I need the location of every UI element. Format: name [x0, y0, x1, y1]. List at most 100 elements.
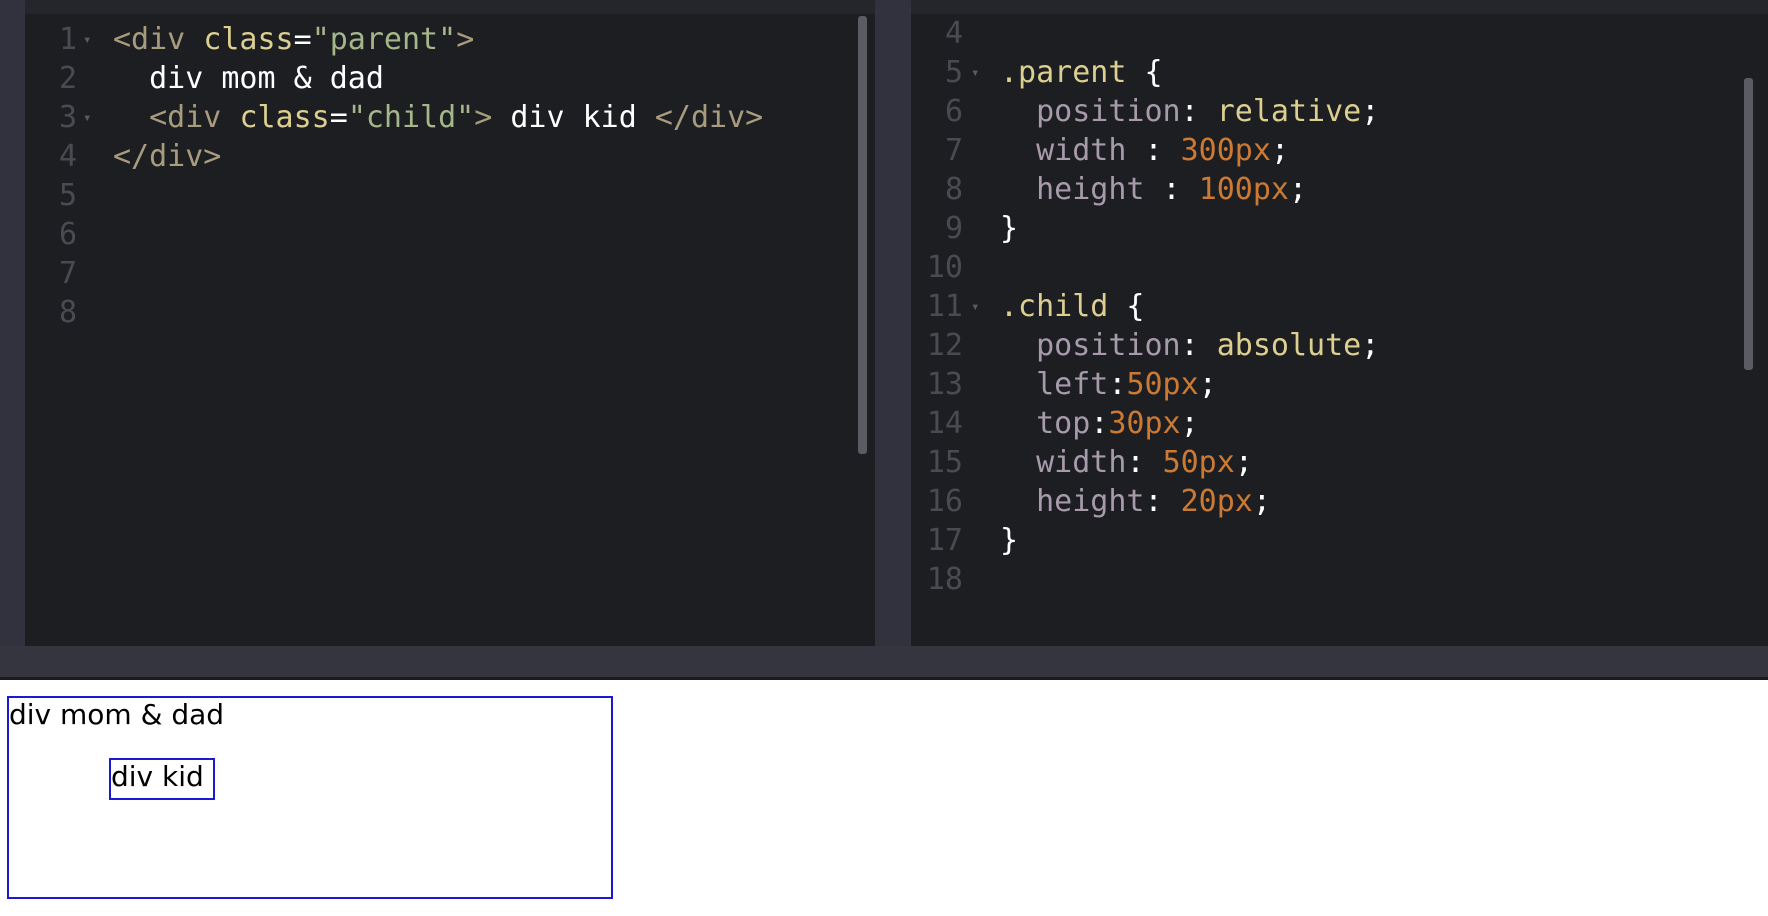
- code-line[interactable]: 13 left:50px;: [911, 363, 1768, 407]
- code-line[interactable]: 16 height: 20px;: [911, 480, 1768, 524]
- line-number[interactable]: 8: [25, 291, 77, 335]
- code-token: :: [1144, 484, 1181, 519]
- html-editor[interactable]: 1 ▾ <div class="parent"> 2 div mom & dad 3 ▾ …: [25, 14, 875, 646]
- line-number[interactable]: 15: [911, 441, 963, 485]
- code-line[interactable]: 10: [911, 246, 1768, 290]
- line-number[interactable]: 9: [911, 207, 963, 251]
- code-line[interactable]: 5 ▾ .parent {: [911, 51, 1768, 95]
- code-token: :: [1126, 133, 1181, 168]
- code-token: ;: [1180, 406, 1199, 441]
- line-number[interactable]: 17: [911, 519, 963, 563]
- code-token: height: [1000, 172, 1145, 207]
- code-token: class: [239, 100, 330, 135]
- code-token: 100px: [1198, 172, 1289, 207]
- css-editor-scrollbar[interactable]: [1744, 78, 1753, 370]
- code-text[interactable]: left:50px;: [1000, 363, 1217, 407]
- code-text[interactable]: position: absolute;: [1000, 324, 1379, 368]
- css-editor[interactable]: 4 5 ▾ .parent {6 position: relative; 7 width…: [911, 14, 1768, 646]
- line-number[interactable]: 11: [911, 285, 963, 329]
- code-line[interactable]: 18: [911, 558, 1768, 602]
- line-number[interactable]: 3: [25, 96, 77, 140]
- code-text[interactable]: </div>: [113, 135, 221, 179]
- code-token: absolute: [1216, 328, 1362, 363]
- pane-divider[interactable]: [875, 0, 911, 646]
- code-token: {: [1108, 289, 1145, 324]
- code-text[interactable]: }: [1000, 519, 1018, 563]
- code-text[interactable]: width: 50px;: [1000, 441, 1253, 485]
- code-text[interactable]: position: relative;: [1000, 90, 1379, 134]
- code-token: "child": [347, 100, 475, 135]
- line-number[interactable]: 5: [911, 51, 963, 95]
- editor-area: 1 ▾ <div class="parent"> 2 div mom & dad 3 ▾ …: [0, 0, 1768, 680]
- code-token: 20px: [1180, 484, 1253, 519]
- code-line[interactable]: 11 ▾ .child {: [911, 285, 1768, 329]
- line-number[interactable]: 12: [911, 324, 963, 368]
- line-number[interactable]: 10: [911, 246, 963, 290]
- html-editor-scrollbar[interactable]: [858, 16, 867, 454]
- code-token: :: [1180, 94, 1217, 129]
- child-div-text: div kid: [111, 760, 204, 793]
- code-line[interactable]: 14 top:30px;: [911, 402, 1768, 446]
- line-number[interactable]: 6: [25, 213, 77, 257]
- code-line[interactable]: 4: [911, 14, 1768, 56]
- code-token: <div: [113, 22, 204, 57]
- code-text[interactable]: width : 300px;: [1000, 129, 1289, 173]
- code-token: {: [1126, 55, 1163, 90]
- preview-resize-bar[interactable]: [0, 646, 1768, 680]
- code-token: :: [1144, 172, 1199, 207]
- line-number[interactable]: 2: [25, 57, 77, 101]
- code-line[interactable]: 15 width: 50px;: [911, 441, 1768, 485]
- code-token: }: [1000, 523, 1019, 558]
- code-line[interactable]: 8 height : 100px;: [911, 168, 1768, 212]
- code-line[interactable]: 2 div mom & dad: [25, 57, 875, 101]
- code-line[interactable]: 17}: [911, 519, 1768, 563]
- code-line[interactable]: 3 ▾ <div class="child"> div kid </div>: [25, 96, 875, 140]
- line-number[interactable]: 4: [25, 135, 77, 179]
- line-number[interactable]: 16: [911, 480, 963, 524]
- line-number[interactable]: 8: [911, 168, 963, 212]
- code-text[interactable]: <div class="parent">: [113, 18, 474, 62]
- code-line[interactable]: 7 width : 300px;: [911, 129, 1768, 173]
- line-number[interactable]: 18: [911, 558, 963, 602]
- code-token: ;: [1361, 328, 1380, 363]
- code-token: div mom & dad: [113, 61, 384, 96]
- fold-arrow-icon[interactable]: ▾: [971, 285, 979, 329]
- code-line[interactable]: 7: [25, 252, 875, 296]
- code-line[interactable]: 12 position: absolute;: [911, 324, 1768, 368]
- line-number[interactable]: 7: [25, 252, 77, 296]
- code-token: 30px: [1108, 406, 1181, 441]
- line-number[interactable]: 13: [911, 363, 963, 407]
- line-number[interactable]: 6: [911, 90, 963, 134]
- fold-arrow-icon[interactable]: ▾: [83, 18, 91, 62]
- code-token: .parent: [1000, 55, 1127, 90]
- code-text[interactable]: div mom & dad: [113, 57, 384, 101]
- code-token: </div>: [654, 100, 764, 135]
- code-token: top: [1000, 406, 1091, 441]
- code-text[interactable]: top:30px;: [1000, 402, 1199, 446]
- code-text[interactable]: height : 100px;: [1000, 168, 1307, 212]
- fold-arrow-icon[interactable]: ▾: [971, 51, 979, 95]
- code-token: ;: [1361, 94, 1380, 129]
- code-text[interactable]: .child {: [1000, 285, 1145, 329]
- code-line[interactable]: 6 position: relative;: [911, 90, 1768, 134]
- code-line[interactable]: 9}: [911, 207, 1768, 251]
- code-token: :: [1180, 328, 1217, 363]
- line-number[interactable]: 1: [25, 18, 77, 62]
- code-line[interactable]: 6: [25, 213, 875, 257]
- code-token: position: [1000, 94, 1181, 129]
- code-line[interactable]: 4 </div>: [25, 135, 875, 179]
- code-text[interactable]: <div class="child"> div kid </div>: [113, 96, 763, 140]
- line-number[interactable]: 4: [911, 14, 963, 56]
- fold-arrow-icon[interactable]: ▾: [83, 96, 91, 140]
- code-text[interactable]: height: 20px;: [1000, 480, 1271, 524]
- code-token: </div>: [113, 139, 222, 174]
- code-token: <div: [113, 100, 240, 135]
- code-line[interactable]: 8: [25, 291, 875, 335]
- line-number[interactable]: 5: [25, 174, 77, 218]
- line-number[interactable]: 7: [911, 129, 963, 173]
- code-text[interactable]: }: [1000, 207, 1018, 251]
- code-text[interactable]: .parent {: [1000, 51, 1163, 95]
- code-line[interactable]: 5: [25, 174, 875, 218]
- line-number[interactable]: 14: [911, 402, 963, 446]
- code-line[interactable]: 1 ▾ <div class="parent">: [25, 18, 875, 62]
